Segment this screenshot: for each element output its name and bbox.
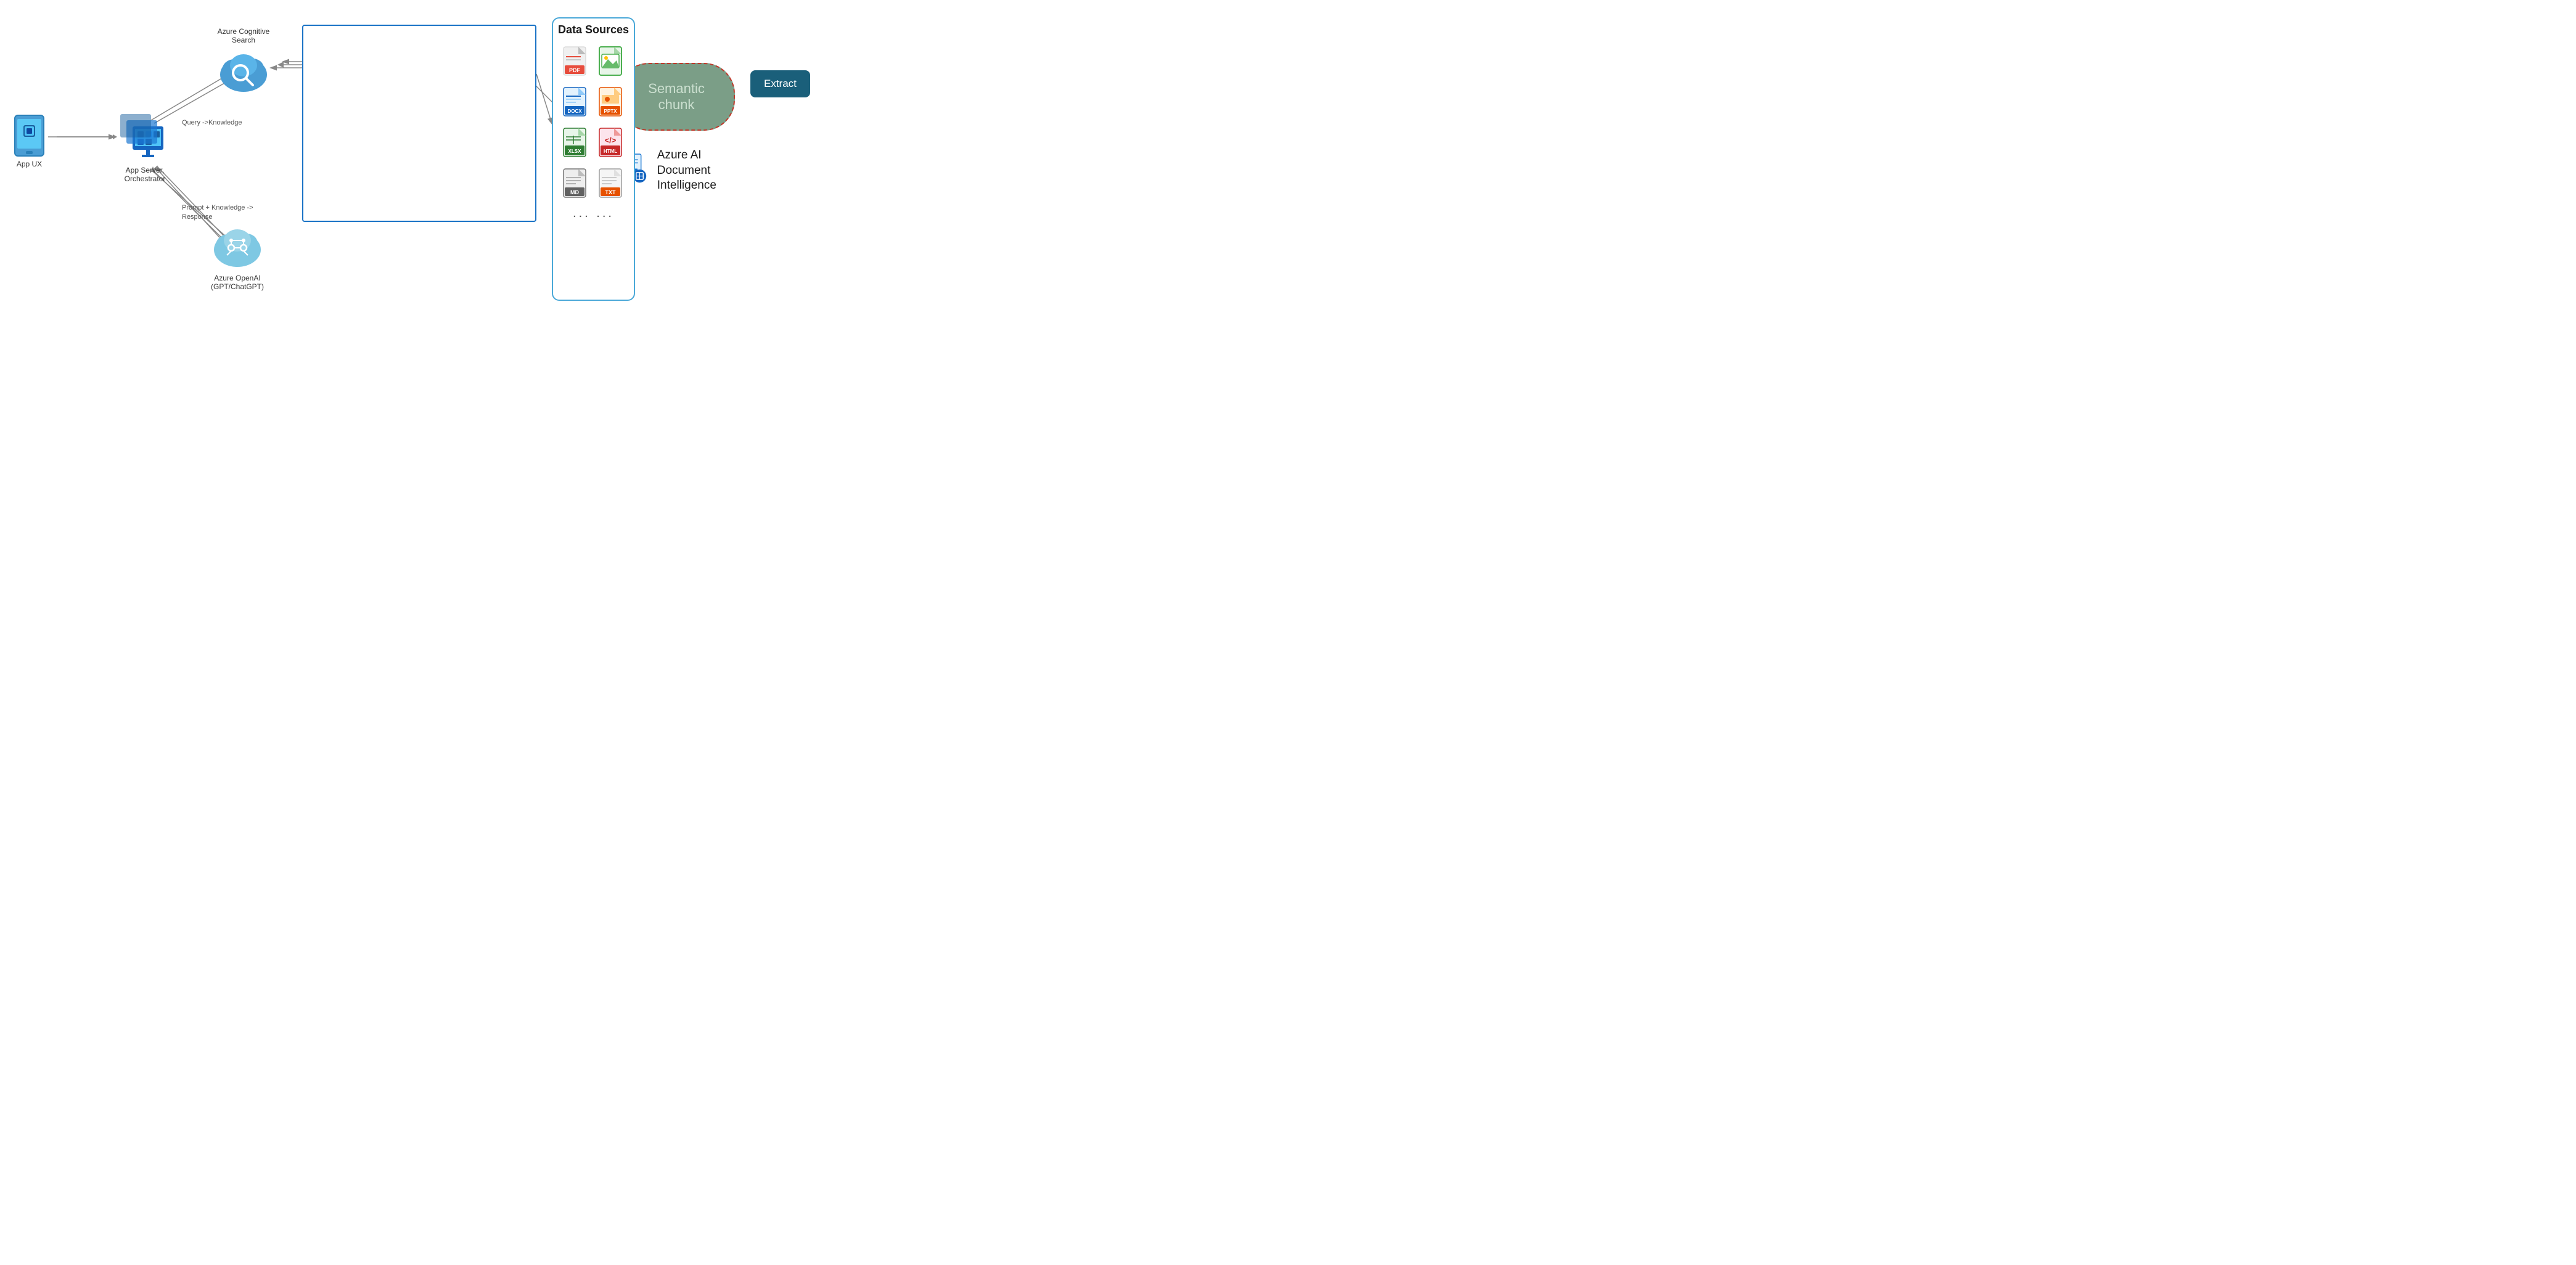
txt-file-icon: TXT	[596, 166, 627, 202]
pptx-file-icon: PPTX	[596, 84, 627, 120]
main-processing-box: Semanticchunk Extract	[302, 25, 536, 222]
app-ux-component: App UX	[12, 114, 46, 168]
data-sources-title: Data Sources	[558, 23, 629, 36]
openai-component: Azure OpenAI(GPT/ChatGPT)	[210, 222, 265, 291]
prompt-knowledge-label: Prompt + Knowledge ->Response	[182, 203, 253, 223]
pdf-file-icon: PDF	[560, 44, 591, 80]
xlsx-file-icon: XLSX	[560, 125, 591, 161]
app-server-label: App Server, Orchestrator	[125, 166, 166, 183]
svg-text:PDF: PDF	[569, 67, 581, 73]
docx-file-icon: DOCX	[560, 84, 591, 120]
svg-text:MD: MD	[570, 189, 579, 195]
svg-text:PPTX: PPTX	[604, 108, 617, 114]
svg-text:TXT: TXT	[605, 189, 616, 195]
app-server-component: App Server, Orchestrator	[114, 108, 176, 183]
cog-search-component: Azure CognitiveSearch	[216, 25, 271, 96]
extract-button: Extract	[750, 70, 810, 97]
openai-icon	[210, 222, 265, 271]
cog-search-icon	[216, 47, 271, 96]
svg-text:</>: </>	[604, 136, 616, 145]
architecture-diagram: { "title": "Azure AI Architecture Diagra…	[0, 0, 644, 316]
more-files-dots: ... ...	[573, 207, 614, 221]
query-knowledge-label: Query ->Knowledge	[182, 119, 242, 126]
cog-search-title: Azure CognitiveSearch	[218, 27, 270, 44]
tablet-icon	[12, 114, 46, 157]
semantic-chunk-label: Semanticchunk	[648, 81, 705, 113]
semantic-chunk-box: Semanticchunk	[618, 63, 735, 131]
openai-label: Azure OpenAI(GPT/ChatGPT)	[211, 274, 264, 291]
svg-text:XLSX: XLSX	[568, 149, 581, 154]
doc-intel-label: Azure AI DocumentIntelligence	[657, 148, 729, 194]
image-file-icon	[596, 44, 627, 80]
html-file-icon: HTML </>	[596, 125, 627, 161]
file-icons-grid: PDF	[554, 41, 633, 204]
app-ux-label: App UX	[17, 160, 42, 168]
md-file-icon: MD	[560, 166, 591, 202]
app-server-icon	[114, 108, 176, 163]
svg-text:DOCX: DOCX	[567, 108, 582, 114]
svg-text:HTML: HTML	[603, 149, 617, 154]
data-sources-box: Data Sources PDF	[552, 17, 635, 301]
